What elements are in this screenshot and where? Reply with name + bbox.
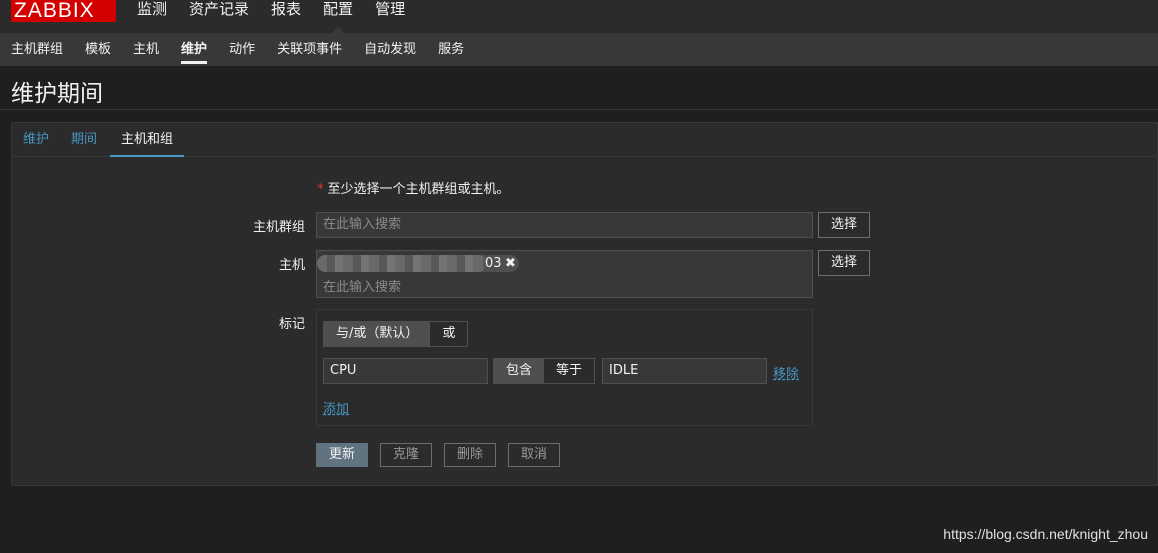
sub-navigation: 主机群组 模板 主机 维护 动作 关联项事件 自动发现 服务	[0, 33, 1158, 66]
sub-menu-hosts[interactable]: 主机	[122, 33, 170, 66]
hosts-label: 主机	[278, 258, 305, 273]
maintenance-form-panel: 维护 期间 主机和组 * 至少选择一个主机群组或主机。 主机群组 在此输入搜索 选…	[11, 122, 1158, 486]
operator-contains[interactable]: 包含	[494, 359, 545, 383]
cancel-button[interactable]: 取消	[508, 443, 560, 467]
top-menu-inventory[interactable]: 资产记录	[178, 0, 260, 33]
top-menu-reports[interactable]: 报表	[260, 0, 312, 33]
required-note-text: 至少选择一个主机群组或主机。	[327, 182, 510, 197]
tags-container: 与/或（默认） 或 CPU 包含 等于 IDLE 移除 添加	[316, 309, 813, 426]
tab-periods[interactable]: 期间	[60, 123, 108, 157]
form-tabs: 维护 期间 主机和组	[12, 123, 1158, 157]
hosts-input[interactable]: 03 ✖ 在此输入搜索	[316, 250, 813, 298]
host-groups-input[interactable]: 在此输入搜索	[316, 212, 813, 238]
selected-host-suffix: 03	[485, 256, 502, 271]
tag-name-value: CPU	[330, 363, 357, 378]
sub-menu-maintenance[interactable]: 维护	[170, 33, 218, 66]
remove-host-icon[interactable]: ✖	[505, 255, 516, 272]
tab-hosts-and-groups[interactable]: 主机和组	[110, 123, 185, 157]
redacted-host-name	[317, 255, 487, 272]
tag-value-input[interactable]: IDLE	[602, 358, 767, 384]
top-menu-monitoring[interactable]: 监测	[126, 0, 178, 33]
hosts-select-button[interactable]: 选择	[818, 250, 870, 276]
page-title: 维护期间	[11, 81, 103, 107]
tab-maintenance[interactable]: 维护	[12, 123, 60, 157]
zabbix-logo[interactable]: ZABBIX	[11, 0, 116, 22]
top-navigation: ZABBIX 监测 资产记录 报表 配置 管理	[0, 0, 1158, 33]
host-groups-placeholder: 在此输入搜索	[323, 217, 402, 232]
tags-evaltype-toggle: 与/或（默认） 或	[323, 321, 469, 347]
watermark-text: https://blog.csdn.net/knight_zhou	[943, 526, 1148, 542]
sub-menu-discovery[interactable]: 自动发现	[353, 33, 427, 66]
tag-remove-link[interactable]: 移除	[773, 363, 799, 382]
sub-menu-correlation[interactable]: 关联项事件	[266, 33, 353, 66]
hosts-placeholder: 在此输入搜索	[323, 280, 402, 295]
tag-value-value: IDLE	[609, 363, 639, 378]
update-button[interactable]: 更新	[316, 443, 368, 467]
sub-menu-host-groups[interactable]: 主机群组	[0, 33, 74, 66]
title-divider	[0, 109, 1158, 110]
tag-add-link[interactable]: 添加	[323, 398, 349, 417]
sub-menu-services[interactable]: 服务	[427, 33, 475, 66]
tag-operator-toggle: 包含 等于	[493, 358, 596, 384]
evaltype-or[interactable]: 或	[430, 322, 468, 346]
required-asterisk: *	[317, 182, 324, 197]
top-menu-configuration[interactable]: 配置	[312, 0, 364, 33]
required-note: * 至少选择一个主机群组或主机。	[317, 178, 510, 197]
operator-equals[interactable]: 等于	[544, 359, 595, 383]
host-groups-label: 主机群组	[252, 220, 305, 235]
delete-button[interactable]: 删除	[444, 443, 496, 467]
top-menu: 监测 资产记录 报表 配置 管理	[126, 0, 416, 33]
clone-button[interactable]: 克隆	[380, 443, 432, 467]
sub-menu: 主机群组 模板 主机 维护 动作 关联项事件 自动发现 服务	[0, 33, 475, 66]
sub-menu-actions[interactable]: 动作	[218, 33, 266, 66]
tags-label: 标记	[278, 317, 305, 332]
host-groups-select-button[interactable]: 选择	[818, 212, 870, 238]
selected-host-chip: 03 ✖	[317, 255, 519, 272]
top-menu-administration[interactable]: 管理	[364, 0, 416, 33]
tag-name-input[interactable]: CPU	[323, 358, 488, 384]
sub-menu-templates[interactable]: 模板	[74, 33, 122, 66]
evaltype-and-or[interactable]: 与/或（默认）	[324, 322, 431, 346]
